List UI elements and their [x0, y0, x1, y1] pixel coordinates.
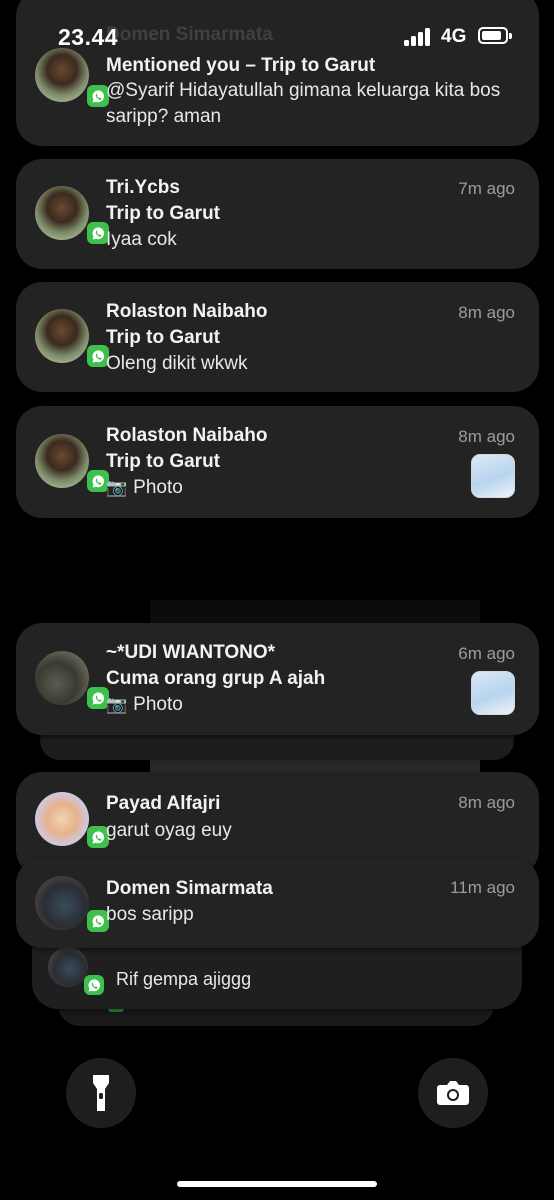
camera-button[interactable] — [418, 1058, 488, 1128]
photo-thumbnail — [471, 671, 515, 715]
photo-label: Photo — [133, 694, 183, 715]
photo-thumbnail — [471, 454, 515, 498]
notification-body: 📷 Photo — [106, 477, 183, 499]
notification-body: 📷 Photo — [106, 694, 183, 716]
avatar — [35, 651, 89, 705]
notification-sender: Rolaston Naibaho — [106, 425, 268, 446]
notification-title: Trip to Garut — [106, 451, 220, 472]
notification-sender: Rolaston Naibaho — [106, 301, 268, 322]
battery-icon — [478, 27, 512, 44]
notification-card[interactable]: Rolaston Naibaho 8m ago Trip to Garut Ol… — [16, 282, 539, 392]
avatar — [48, 947, 88, 987]
notification-card[interactable]: Rolaston Naibaho 8m ago Trip to Garut 📷 P… — [16, 406, 539, 518]
avatar — [35, 434, 89, 488]
notification-card[interactable]: ~*UDI WIANTONO* 6m ago Cuma orang grup A… — [16, 623, 539, 735]
flashlight-button[interactable] — [66, 1058, 136, 1128]
status-time: 23.44 — [58, 24, 119, 50]
notification-sender: Tri.Ycbs — [106, 177, 180, 198]
notification-sender: Domen Simarmata — [106, 878, 273, 899]
notification-time: 6m ago — [458, 644, 515, 663]
avatar — [35, 876, 89, 930]
notification-body: Iyaa cok — [106, 229, 177, 250]
camera-icon: 📷 — [106, 695, 128, 714]
notification-card[interactable]: Tri.Ycbs 7m ago Trip to Garut Iyaa cok — [16, 159, 539, 269]
notification-sender: Payad Alfajri — [106, 793, 221, 814]
notification-time: 8m ago — [458, 303, 515, 322]
network-type: 4G — [441, 26, 467, 47]
cellular-signal-icon — [404, 28, 434, 46]
notification-body: garut oyag euy — [106, 820, 232, 841]
avatar — [35, 309, 89, 363]
notification-time: 8m ago — [458, 427, 515, 446]
notification-card[interactable]: Domen Simarmata 11m ago bos saripp — [16, 858, 539, 948]
notification-time: 8m ago — [458, 793, 515, 812]
status-bar: 23.44 4G — [0, 0, 554, 72]
camera-icon — [437, 1081, 469, 1105]
notification-body: @Syarif Hidayatullah gimana keluarga kit… — [106, 80, 501, 127]
flashlight-icon — [93, 1075, 109, 1111]
avatar — [35, 186, 89, 240]
notification-time: 7m ago — [458, 179, 515, 198]
notification-body: Rif gempa ajiggg — [116, 969, 252, 989]
notification-title: Trip to Garut — [106, 327, 220, 348]
photo-label: Photo — [133, 477, 183, 498]
notification-title: Cuma orang grup A ajah — [106, 668, 326, 689]
notification-body: Oleng dikit wkwk — [106, 353, 248, 374]
notification-time: 11m ago — [450, 878, 515, 897]
whatsapp-icon — [84, 975, 104, 995]
notification-title: Trip to Garut — [106, 203, 220, 224]
notification-body: bos saripp — [106, 904, 194, 925]
avatar — [35, 792, 89, 846]
camera-icon: 📷 — [106, 478, 128, 497]
notification-sender: ~*UDI WIANTONO* — [106, 642, 276, 663]
home-indicator[interactable] — [177, 1181, 377, 1187]
